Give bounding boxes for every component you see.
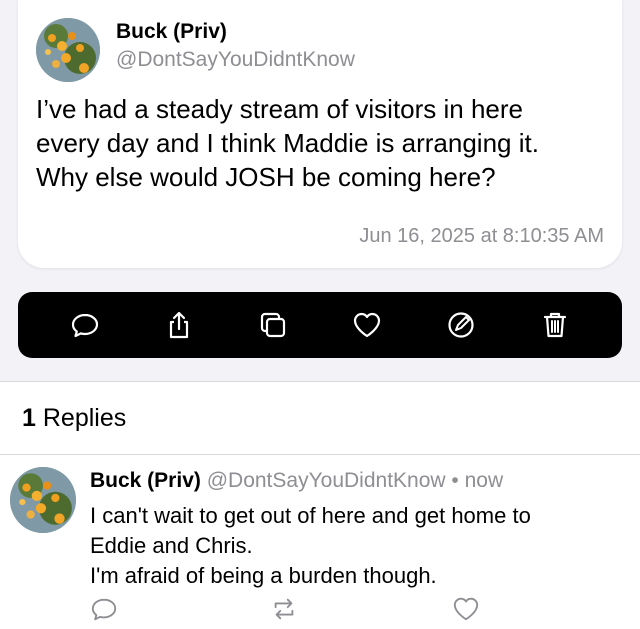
replies-header: 1 Replies: [0, 382, 640, 454]
reply-icon: [91, 598, 117, 621]
edit-icon: [448, 312, 474, 338]
reply-author-name[interactable]: Buck (Priv): [90, 469, 201, 492]
reply-author-handle[interactable]: @DontSayYouDidntKnow: [207, 469, 446, 492]
reply-body-line: Eddie and Chris.: [90, 533, 253, 558]
reply-time: now: [464, 469, 504, 492]
post-action-bar: [18, 292, 622, 358]
post-body-line: every day and I think Maddie is arrangin…: [36, 128, 539, 158]
avatar[interactable]: [10, 467, 76, 533]
post-body-line: Why else would JOSH be coming here?: [36, 162, 496, 192]
post-body-line: I’ve had a steady stream of visitors in …: [36, 94, 524, 124]
avatar-image: [36, 18, 100, 82]
like-button[interactable]: [345, 303, 389, 347]
copy-icon: [260, 312, 286, 338]
delete-button[interactable]: [533, 303, 577, 347]
replies-label: Replies: [42, 404, 127, 432]
reply-icon: [71, 313, 99, 338]
replies-title: 1 Replies: [22, 404, 126, 433]
share-button[interactable]: [157, 303, 201, 347]
repost-button[interactable]: [270, 595, 298, 623]
post-timestamp: Jun 16, 2025 at 8:10:35 AM: [359, 225, 604, 247]
like-icon: [353, 312, 381, 338]
share-icon: [169, 311, 189, 339]
post-card: Buck (Priv) @DontSayYouDidntKnow I’ve ha…: [18, 0, 622, 268]
delete-icon: [543, 312, 567, 338]
post-body: I’ve had a steady stream of visitors in …: [36, 92, 606, 194]
reply-body-line: I can't wait to get out of here and get …: [90, 503, 531, 528]
like-icon: [453, 597, 479, 621]
avatar[interactable]: [36, 18, 100, 82]
reply-action-row: [90, 595, 490, 625]
repost-icon: [274, 598, 294, 620]
author-handle[interactable]: @DontSayYouDidntKnow: [116, 48, 355, 72]
replies-count: 1: [22, 404, 36, 432]
edit-button[interactable]: [439, 303, 483, 347]
avatar-image: [10, 467, 76, 533]
separator-dot: •: [451, 469, 459, 492]
reply-body: I can't wait to get out of here and get …: [90, 501, 620, 591]
copy-button[interactable]: [251, 303, 295, 347]
reply-header: Buck (Priv) @DontSayYouDidntKnow • now: [90, 469, 503, 493]
reply-body-line: I'm afraid of being a burden though.: [90, 563, 437, 588]
reply-like-button[interactable]: [452, 595, 480, 623]
reply-comment-button[interactable]: [90, 595, 118, 623]
reply-item[interactable]: Buck (Priv) @DontSayYouDidntKnow • now I…: [0, 455, 640, 629]
reply-button[interactable]: [63, 303, 107, 347]
author-name[interactable]: Buck (Priv): [116, 20, 227, 44]
